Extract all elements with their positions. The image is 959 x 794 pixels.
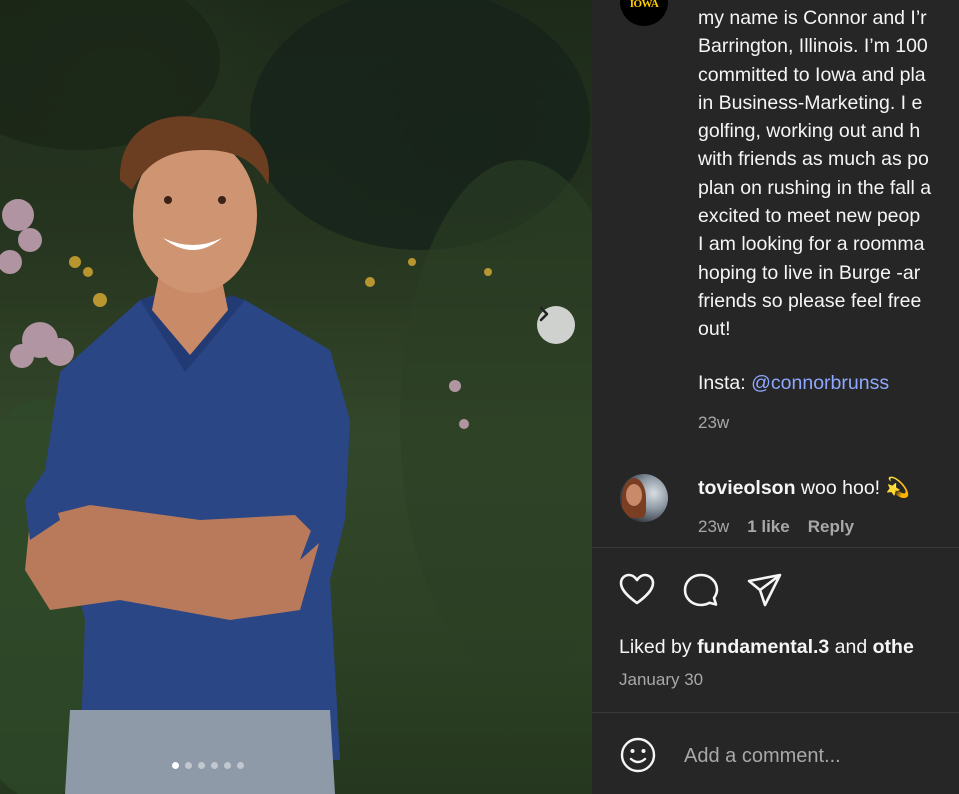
caption-line: with friends as much as po <box>698 148 929 171</box>
comment-text: woo hoo! 💫 <box>795 477 910 499</box>
author-avatar[interactable]: IOWA <box>620 0 668 26</box>
liked-by-prefix: Liked by <box>619 636 698 658</box>
send-icon <box>747 573 782 607</box>
insta-label: Insta: <box>698 372 752 394</box>
add-comment-input[interactable] <box>682 739 956 773</box>
commenter-avatar[interactable] <box>620 474 668 522</box>
like-button[interactable] <box>618 571 656 609</box>
post-photo[interactable] <box>0 0 592 794</box>
carousel-dot <box>237 762 244 769</box>
caption-line: golfing, working out and h <box>698 120 921 143</box>
emoji-button[interactable] <box>619 736 657 774</box>
iowa-logo-text: IOWA <box>629 0 659 10</box>
reply-button[interactable]: Reply <box>808 517 854 537</box>
caption-line: hoping to live in Burge -ar <box>698 261 921 284</box>
chevron-right-icon <box>539 306 549 322</box>
comment-meta: 23w 1 like Reply <box>698 517 854 537</box>
comment-icon <box>683 573 719 607</box>
liked-by-line: Liked by fundamental.3 and othe <box>619 636 914 659</box>
carousel-dot <box>211 762 218 769</box>
next-image-button[interactable] <box>537 306 575 344</box>
caption-line: out! <box>698 318 731 341</box>
caption-line: committed to Iowa and pla <box>698 63 926 86</box>
heart-icon <box>619 573 655 605</box>
carousel-dot <box>185 762 192 769</box>
insta-line: Insta: @connorbrunss <box>698 372 889 395</box>
comment-text-line: tovieolson woo hoo! 💫 <box>698 476 910 500</box>
liked-by-others[interactable]: othe <box>873 636 914 658</box>
action-bar <box>618 571 784 609</box>
comment-timestamp[interactable]: 23w <box>698 517 729 537</box>
divider <box>592 547 959 548</box>
liked-by-middle: and <box>829 636 873 658</box>
caption-line: Barrington, Illinois. I’m 100 <box>698 35 928 58</box>
caption-line: in Business-Marketing. I e <box>698 91 923 114</box>
caption-line: plan on rushing in the fall a <box>698 176 932 199</box>
comment-username[interactable]: tovieolson <box>698 477 796 499</box>
caption-timestamp[interactable]: 23w <box>698 413 729 433</box>
carousel-indicator <box>172 762 244 769</box>
photo-illustration <box>0 0 592 794</box>
post-date: January 30 <box>619 670 704 689</box>
caption-line: I am looking for a roomma <box>698 233 925 256</box>
caption-line: my name is Connor and I’r <box>698 7 927 29</box>
caption-line: excited to meet new peop <box>698 205 921 228</box>
carousel-dot-active <box>172 762 179 769</box>
emoji-icon <box>620 737 656 773</box>
post-caption: my name is Connor and I’r Barrington, Il… <box>698 4 959 344</box>
liked-by-user[interactable]: fundamental.3 <box>697 636 829 658</box>
post-side-panel: IOWA my name is Connor and I’r Barringto… <box>592 0 959 794</box>
comment-button[interactable] <box>682 571 720 609</box>
carousel-dot <box>198 762 205 769</box>
caption-line: friends so please feel free <box>698 289 922 312</box>
insta-handle-link[interactable]: @connorbrunss <box>751 372 889 394</box>
carousel-dot <box>224 762 231 769</box>
share-button[interactable] <box>746 571 784 609</box>
comment-likes[interactable]: 1 like <box>747 517 790 537</box>
divider <box>592 712 959 713</box>
